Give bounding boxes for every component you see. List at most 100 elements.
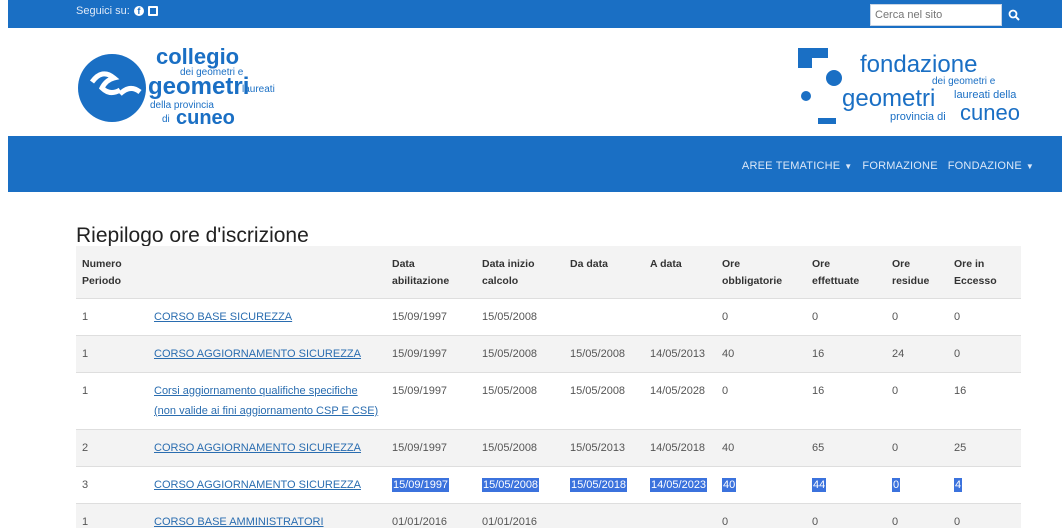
table-cell: 16	[806, 372, 886, 430]
cell-value: 14/05/2023	[650, 478, 708, 492]
cell-value: 15/05/2013	[570, 442, 626, 454]
table-cell	[564, 503, 644, 528]
table-row: 1 CORSO BASE AMMINISTRATORI 01/01/2016 01/0…	[76, 503, 1021, 528]
cell-value: 0	[954, 311, 961, 323]
fondazione-logo[interactable]: fondazione dei geometri e geometri laure…	[790, 38, 1052, 134]
course-link[interactable]: CORSO AGGIORNAMENTO SICUREZZA	[154, 442, 361, 454]
logo-left-line7: cuneo	[176, 107, 235, 129]
cell-value: 16	[812, 348, 825, 360]
course-link[interactable]: CORSO AGGIORNAMENTO SICUREZZA	[154, 479, 361, 491]
course-link[interactable]: CORSO BASE SICUREZZA	[154, 311, 292, 323]
table-cell	[644, 503, 716, 528]
table-cell: 15/05/2008	[564, 335, 644, 373]
cell-value: 0	[954, 516, 961, 528]
nav-item-label: FONDAZIONE	[947, 160, 1022, 172]
table-cell: 24	[886, 335, 948, 373]
nav-item-label: FORMAZIONE	[862, 160, 938, 172]
follow-label: Seguici su:	[76, 5, 130, 17]
column-header: Da data	[564, 246, 644, 299]
column-header: Ore in Eccesso	[948, 246, 1021, 299]
table-cell: 16	[806, 335, 886, 373]
table-cell: 14/05/2028	[644, 372, 716, 430]
table-row: 1 CORSO BASE SICUREZZA 15/09/1997 15/05/200…	[76, 298, 1021, 336]
column-header	[148, 246, 386, 299]
table-cell: 0	[948, 298, 1021, 336]
table-cell: 14/05/2013	[644, 335, 716, 373]
cell-value: 4	[954, 478, 963, 492]
nav-item-formazione[interactable]: FORMAZIONE	[862, 160, 937, 172]
table-cell: Corsi aggiornamento qualifiche specifich…	[148, 372, 386, 430]
nav-item-fondazione[interactable]: FONDAZIONE ▼	[948, 160, 1034, 172]
search-input[interactable]	[870, 4, 1002, 26]
table-cell: 4	[948, 466, 1021, 504]
column-header: Ore obbligatorie	[716, 246, 806, 299]
logo-left-line1: collegio	[156, 44, 239, 69]
column-header: Ore residue	[886, 246, 948, 299]
table-cell: 1	[76, 298, 148, 336]
course-link[interactable]: CORSO AGGIORNAMENTO SICUREZZA	[154, 348, 361, 360]
cell-value: 14/05/2013	[650, 348, 706, 360]
cell-value: 01/01/2016	[392, 516, 448, 528]
facebook-icon[interactable]: f	[133, 6, 144, 16]
logo-right-line1: fondazione	[860, 51, 977, 78]
table-cell: 15/05/2018	[564, 466, 644, 504]
column-header: Data inizio calcolo	[476, 246, 564, 299]
cell-value: 01/01/2016	[482, 516, 538, 528]
table-row: 2 CORSO AGGIORNAMENTO SICUREZZA 15/09/1997…	[76, 429, 1021, 467]
table-cell: 15/09/1997	[386, 335, 476, 373]
table-cell: CORSO BASE SICUREZZA	[148, 298, 386, 336]
table-cell: 15/05/2008	[476, 372, 564, 430]
table-cell: 0	[886, 372, 948, 430]
table-cell: 1	[76, 372, 148, 430]
cell-value: 15/05/2008	[482, 385, 538, 397]
table-cell: 15/09/1997	[386, 466, 476, 504]
table-cell: 0	[806, 298, 886, 336]
nav-item-aree-tematiche[interactable]: AREE TEMATICHE ▼	[742, 160, 852, 172]
table-cell: 40	[716, 335, 806, 373]
course-link[interactable]: Corsi aggiornamento qualifiche specifich…	[154, 385, 378, 417]
table-cell: 15/05/2008	[476, 466, 564, 504]
table-cell: 0	[716, 298, 806, 336]
cell-value: 15/05/2008	[482, 311, 538, 323]
nav-item-label: AREE TEMATICHE	[741, 160, 841, 172]
table-cell: 0	[886, 298, 948, 336]
table-header-row: Numero Periodo Data abilitazione Data in…	[76, 246, 1021, 299]
cell-value: 0	[892, 385, 899, 397]
cell-value: 15/05/2008	[570, 348, 626, 360]
table-cell: 15/09/1997	[386, 298, 476, 336]
cell-value: 3	[82, 479, 89, 491]
table-cell: 0	[806, 503, 886, 528]
cell-value: 40	[722, 478, 737, 492]
table-cell	[644, 298, 716, 336]
cell-value: 15/05/2008	[482, 442, 538, 454]
course-link[interactable]: CORSO BASE AMMINISTRATORI	[154, 516, 324, 528]
search-icon[interactable]	[1002, 4, 1026, 26]
cell-value: 1	[82, 348, 89, 360]
chevron-down-icon: ▼	[1025, 162, 1034, 171]
table-cell	[564, 298, 644, 336]
logo-right-line6: cuneo	[960, 100, 1020, 125]
cell-value: 0	[812, 516, 819, 528]
table-cell: 15/05/2008	[564, 372, 644, 430]
table-cell: CORSO AGGIORNAMENTO SICUREZZA	[148, 466, 386, 504]
table-cell: 01/01/2016	[476, 503, 564, 528]
table-cell: 14/05/2018	[644, 429, 716, 467]
logo-left-line6: di	[162, 114, 170, 125]
table-cell: 0	[886, 429, 948, 467]
table-cell: 16	[948, 372, 1021, 430]
collegio-logo[interactable]: collegio dei geometri e geometri laureat…	[76, 42, 316, 138]
table-cell: 40	[716, 429, 806, 467]
table-cell: 1	[76, 503, 148, 528]
column-header: Ore effettuate	[806, 246, 886, 299]
column-header: Data abilitazione	[386, 246, 476, 299]
table-cell: 65	[806, 429, 886, 467]
cell-value: 15/05/2008	[570, 385, 626, 397]
table-cell: 01/01/2016	[386, 503, 476, 528]
cell-value: 15/09/1997	[392, 478, 450, 492]
table-cell: 15/05/2013	[564, 429, 644, 467]
table-cell: 44	[806, 466, 886, 504]
table-cell: 3	[76, 466, 148, 504]
cell-value: 0	[892, 516, 899, 528]
twitter-icon[interactable]	[147, 6, 158, 16]
column-header: A data	[644, 246, 716, 299]
